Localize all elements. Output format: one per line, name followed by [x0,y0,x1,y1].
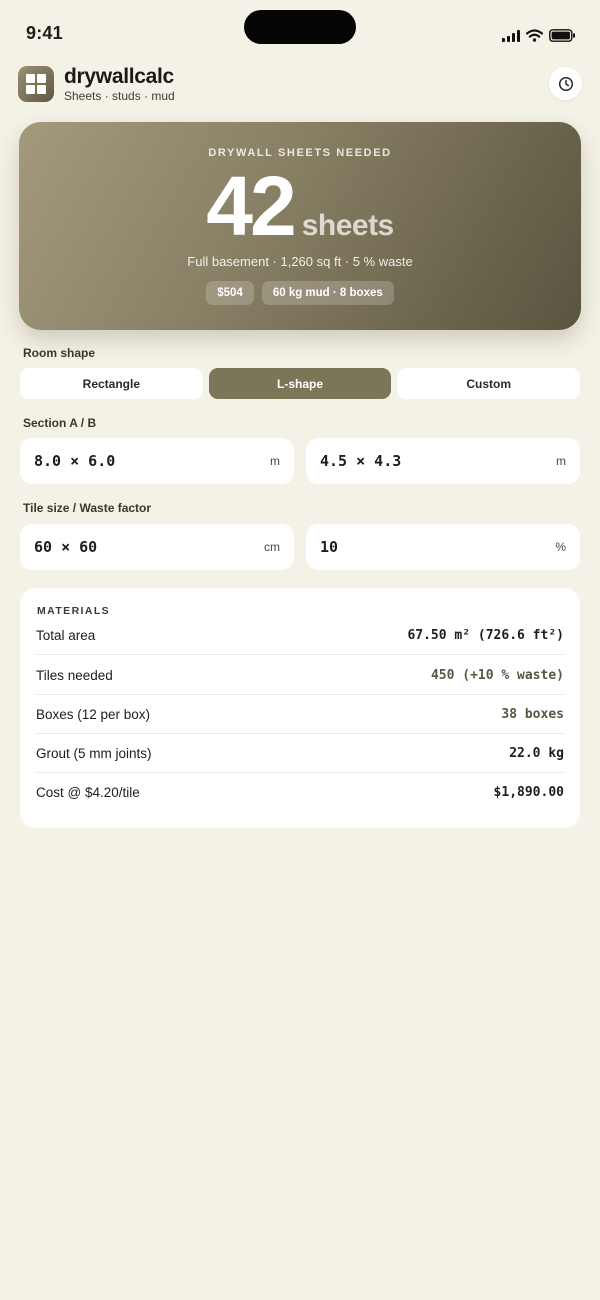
app-subtitle: Sheets · studs · mud [64,89,175,103]
waste-factor-input[interactable]: 10 % [306,524,580,570]
section-a-unit: m [270,454,280,468]
row-value: 67.50 m² (726.6 ft²) [407,627,564,643]
shape-custom-button[interactable]: Custom [397,368,581,399]
materials-row: Tiles needed 450 (+10 % waste) [36,656,564,695]
waste-factor-unit: % [555,540,566,554]
room-shape-segmented-control: Rectangle L-shape Custom [20,368,581,399]
section-b-unit: m [556,454,566,468]
result-hero-card: DRYWALL SHEETS NEEDED 42 sheets Full bas… [19,122,581,330]
row-label: Cost @ $4.20/tile [36,785,140,800]
section-a-input[interactable]: 8.0 × 6.0 m [20,438,294,484]
app-title: drywallcalc [64,65,174,88]
hero-chips: $504 60 kg mud · 8 boxes [19,281,581,305]
wifi-icon [526,29,543,42]
materials-row: Grout (5 mm joints) 22.0 kg [36,734,564,773]
tile-waste-label: Tile size / Waste factor [23,501,152,515]
row-value: 450 (+10 % waste) [430,667,564,683]
hero-value-row: 42 sheets [19,164,581,248]
clock-icon [558,76,573,91]
battery-icon [549,29,575,42]
row-label: Tiles needed [36,667,113,683]
hero-label: DRYWALL SHEETS NEEDED [208,147,392,159]
materials-card: MATERIALS Total area 67.50 m² (726.6 ft²… [20,588,580,828]
materials-row: Total area 67.50 m² (726.6 ft²) [36,616,564,655]
materials-row: Boxes (12 per box) 38 boxes [36,695,564,734]
app-header: drywallcalc Sheets · studs · mud [18,64,582,104]
cost-chip: $504 [206,281,254,305]
section-label: Section A / B [23,416,97,430]
cellular-signal-icon [502,29,520,42]
status-icons [502,29,576,42]
shape-l-shape-button[interactable]: L-shape [208,368,392,399]
row-label: Boxes (12 per box) [36,706,151,722]
waste-factor-value: 10 [320,538,339,556]
materials-row: Cost @ $4.20/tile $1,890.00 [36,773,564,812]
section-b-input[interactable]: 4.5 × 4.3 m [306,438,580,484]
app-logo-icon [18,66,54,102]
row-label: Total area [36,627,96,643]
row-value: $1,890.00 [493,785,564,800]
tile-size-value: 60 × 60 [34,538,98,556]
mud-chip: 60 kg mud · 8 boxes [261,281,394,305]
status-time: 9:41 [26,23,63,43]
tile-size-unit: cm [264,540,280,554]
dynamic-island [244,10,356,44]
status-bar: 9:41 [0,0,600,66]
sheets-count: 42 [206,159,296,253]
room-shape-label: Room shape [23,346,96,360]
tile-size-input[interactable]: 60 × 60 cm [20,524,294,570]
shape-rectangle-button[interactable]: Rectangle [20,368,203,399]
row-value: 38 boxes [501,706,564,722]
sheets-unit: sheets [301,209,395,242]
history-button[interactable] [549,67,582,100]
section-a-value: 8.0 × 6.0 [34,452,116,470]
hero-detail: Full basement · 1,260 sq ft · 5 % waste [187,254,413,269]
row-value: 22.0 kg [509,745,564,761]
row-label: Grout (5 mm joints) [36,745,152,761]
section-b-value: 4.5 × 4.3 [320,452,402,470]
